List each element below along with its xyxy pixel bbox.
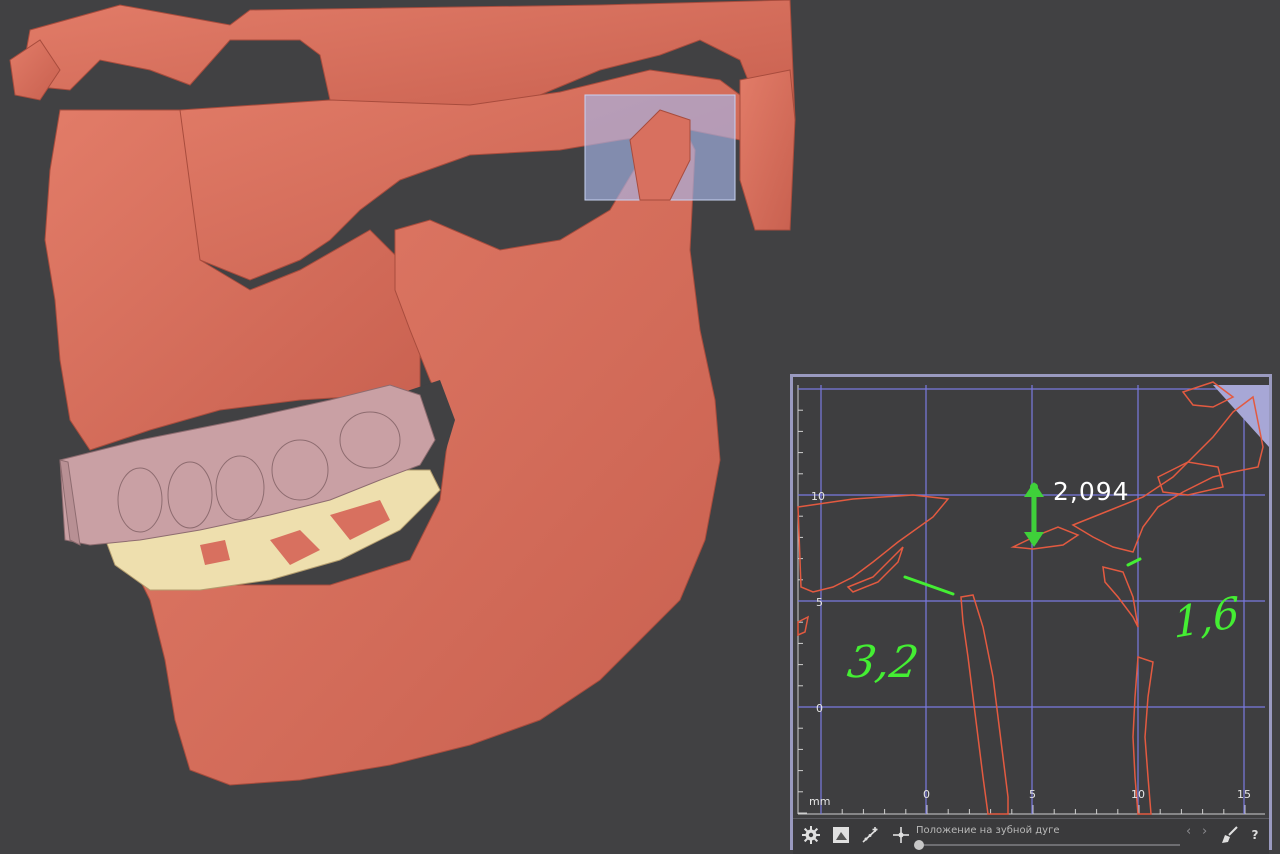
prev-arrow[interactable]: ‹: [1186, 824, 1191, 839]
slider-thumb[interactable]: [914, 840, 924, 850]
cross-section-panel[interactable]: 2,094 3,2 1,6 10 5 0 mm 0 5 10 15 Положе…: [790, 374, 1272, 854]
y-tick-label: 10: [811, 490, 825, 503]
image-icon[interactable]: [829, 823, 853, 847]
gear-icon[interactable]: [799, 823, 823, 847]
brush-icon[interactable]: [1217, 823, 1241, 847]
annotation-note-right: 1,6: [1172, 586, 1241, 649]
section-toolbar: Положение на зубной дуге ‹ › ?: [793, 818, 1269, 854]
y-tick-label: 0: [816, 702, 823, 715]
next-arrow[interactable]: ›: [1202, 824, 1207, 839]
axis-unit-label: mm: [809, 795, 831, 808]
x-tick-label: 0: [923, 788, 930, 801]
slider-label: Положение на зубной дуге: [916, 825, 1060, 836]
x-tick-label: 10: [1131, 788, 1145, 801]
arch-position-slider[interactable]: [914, 840, 1180, 850]
x-tick-label: 15: [1237, 788, 1251, 801]
y-tick-label: 5: [816, 596, 823, 609]
measurement-value: 2,094: [1053, 477, 1130, 506]
distance-measurement[interactable]: [1024, 482, 1044, 547]
help-icon[interactable]: ?: [1243, 823, 1267, 847]
x-tick-label: 5: [1029, 788, 1036, 801]
calibrate-icon[interactable]: [859, 823, 883, 847]
move-icon[interactable]: [889, 823, 913, 847]
annotation-note-left: 3,2: [844, 637, 922, 688]
